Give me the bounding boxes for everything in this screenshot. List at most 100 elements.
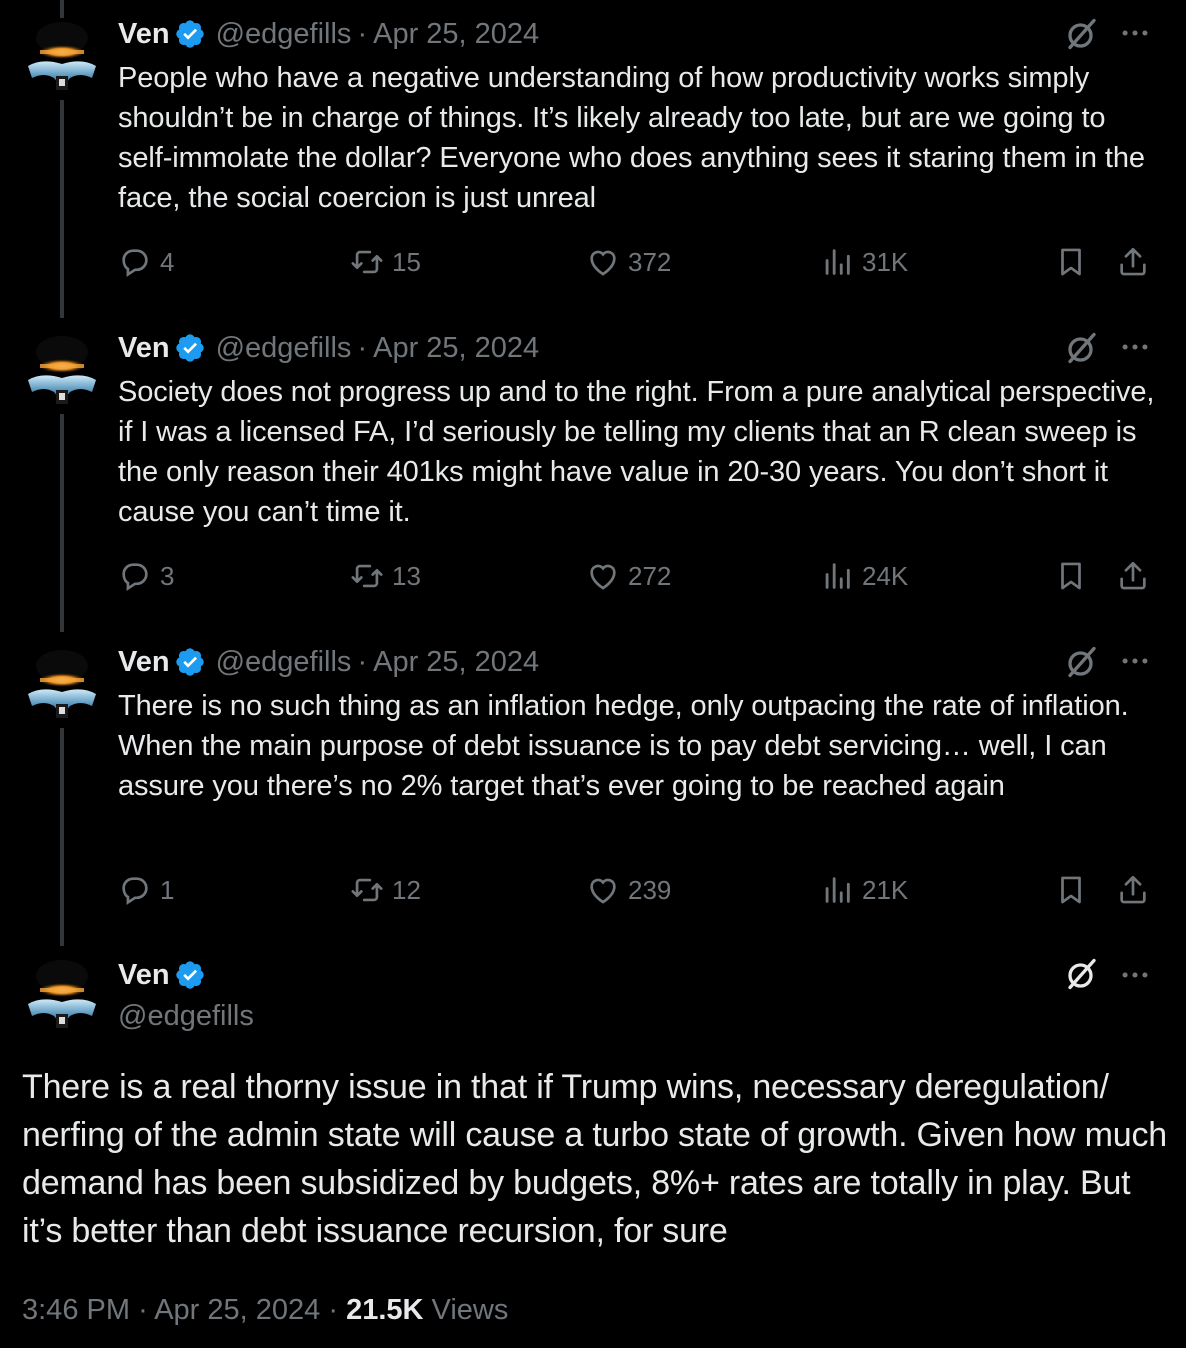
verified-badge-icon [175, 648, 204, 676]
separator: · [357, 331, 368, 364]
thread-line-top [60, 0, 64, 18]
repost-count: 13 [392, 560, 421, 591]
thread-line-1 [60, 100, 64, 318]
author-name[interactable]: Ven [118, 332, 170, 365]
reply-button[interactable]: 4 [118, 242, 174, 282]
bookmark-icon [1061, 876, 1081, 904]
bookmark-icon [1061, 562, 1081, 590]
views-count: 21.5K [346, 1294, 424, 1326]
separator: · [357, 645, 368, 678]
tweet-header: Ven @edgefills · Apr 25, 2024 [118, 328, 539, 368]
main-author-name-row: Ven [118, 955, 216, 995]
tweet-date[interactable]: Apr 25, 2024 [154, 1294, 320, 1326]
views-count: 21K [862, 874, 909, 905]
views-button[interactable]: 24K [820, 556, 908, 596]
tweet-date[interactable]: Apr 25, 2024 [373, 646, 539, 679]
repost-button[interactable]: 15 [350, 242, 421, 282]
verified-badge-icon [175, 334, 204, 362]
separator: · [138, 1294, 148, 1326]
views-chart-icon [825, 249, 850, 275]
share-button[interactable] [1116, 870, 1150, 910]
verified-badge-icon [175, 20, 204, 48]
avatar[interactable] [22, 332, 102, 412]
like-button[interactable]: 372 [586, 242, 671, 282]
author-handle[interactable]: @edgefills [216, 646, 352, 679]
reply-button[interactable]: 1 [118, 870, 174, 910]
heart-icon [590, 878, 616, 904]
bookmark-button[interactable] [1054, 870, 1088, 910]
share-button[interactable] [1116, 556, 1150, 596]
share-icon [1120, 561, 1146, 590]
retweet-icon [351, 564, 383, 588]
tweet-meta: 3:46 PM · Apr 25, 2024 · 21.5K Views [22, 1288, 508, 1332]
reply-icon [122, 877, 148, 905]
share-icon [1120, 875, 1146, 904]
thread-line-3 [60, 728, 64, 946]
tweet-date[interactable]: Apr 25, 2024 [373, 18, 539, 51]
avatar[interactable] [22, 646, 102, 726]
repost-count: 12 [392, 874, 421, 905]
tweet-text: There is no such thing as an inflation h… [118, 690, 1129, 802]
reply-button[interactable]: 3 [118, 556, 174, 596]
tweet-time[interactable]: 3:46 PM [22, 1294, 130, 1326]
author-name[interactable]: Ven [118, 18, 170, 51]
author-name[interactable]: Ven [118, 959, 170, 992]
tweet-date[interactable]: Apr 25, 2024 [373, 332, 539, 365]
more-options-icon[interactable] [1118, 16, 1152, 50]
grok-icon[interactable] [1064, 16, 1100, 52]
repost-button[interactable]: 13 [350, 556, 421, 596]
verified-badge-icon [175, 961, 204, 989]
repost-button[interactable]: 12 [350, 870, 421, 910]
avatar[interactable] [22, 956, 102, 1036]
reply-icon [122, 563, 148, 591]
views-chart-icon [825, 563, 850, 589]
like-button[interactable]: 272 [586, 556, 671, 596]
thread-line-2 [60, 414, 64, 632]
author-handle[interactable]: @edgefills [216, 18, 352, 51]
more-options-icon[interactable] [1118, 958, 1152, 992]
bookmark-button[interactable] [1054, 556, 1088, 596]
reply-count: 4 [160, 246, 175, 277]
grok-icon[interactable] [1064, 330, 1100, 366]
tweet-header: Ven @edgefills · Apr 25, 2024 [118, 14, 539, 54]
views-label: Views [431, 1294, 509, 1326]
tweet-text: People who have a negative understanding… [118, 62, 1145, 214]
grok-icon[interactable] [1064, 644, 1100, 680]
retweet-icon [351, 878, 383, 902]
heart-icon [590, 564, 616, 590]
share-button[interactable] [1116, 242, 1150, 282]
repost-count: 15 [392, 246, 421, 277]
reply-icon [122, 249, 148, 277]
tweet-actions: 3 13 272 24K [118, 556, 1158, 596]
tweet-actions: 4 15 372 31K [118, 242, 1158, 282]
like-count: 372 [628, 246, 672, 277]
main-tweet-text: There is a real thorny issue in that if … [22, 1068, 1167, 1250]
views-chart-icon [825, 877, 850, 903]
views-button[interactable]: 31K [820, 242, 908, 282]
retweet-icon [351, 250, 383, 274]
tweet-text: Society does not progress up and to the … [118, 376, 1155, 528]
separator: · [357, 17, 368, 50]
more-options-icon[interactable] [1118, 330, 1152, 364]
share-icon [1120, 247, 1146, 276]
tweet-actions: 1 12 239 21K [118, 870, 1158, 910]
like-button[interactable]: 239 [586, 870, 671, 910]
separator: · [328, 1294, 339, 1326]
tweet-header: Ven @edgefills · Apr 25, 2024 [118, 642, 539, 682]
views-button[interactable]: 21K [820, 870, 908, 910]
views-count: 31K [862, 246, 909, 277]
like-count: 272 [628, 560, 672, 591]
more-options-icon[interactable] [1118, 644, 1152, 678]
bookmark-button[interactable] [1054, 242, 1088, 282]
grok-icon[interactable] [1064, 956, 1100, 992]
heart-icon [590, 250, 616, 276]
like-count: 239 [628, 874, 672, 905]
bookmark-icon [1061, 248, 1081, 276]
avatar[interactable] [22, 18, 102, 98]
reply-count: 3 [160, 560, 175, 591]
views-count: 24K [862, 560, 909, 591]
author-name[interactable]: Ven [118, 646, 170, 679]
author-handle[interactable]: @edgefills [118, 996, 254, 1036]
author-handle[interactable]: @edgefills [216, 332, 352, 365]
reply-count: 1 [160, 874, 175, 905]
